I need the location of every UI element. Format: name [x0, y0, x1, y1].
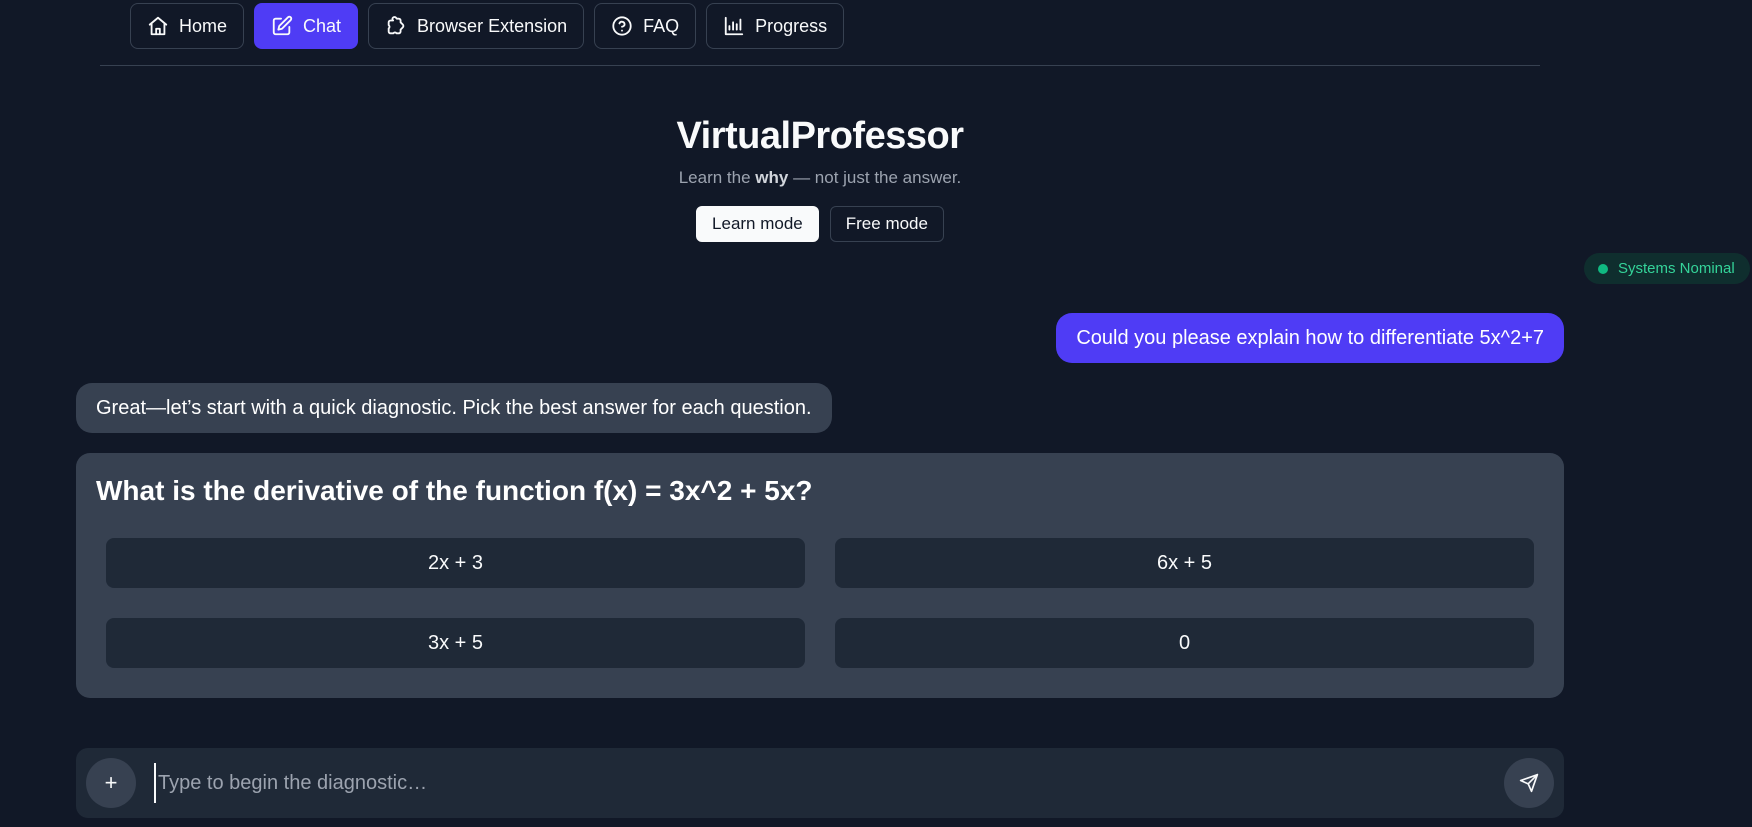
quiz-option-d[interactable]: 0 [835, 618, 1534, 668]
message-composer: + [76, 748, 1564, 818]
nav-progress-button[interactable]: Progress [706, 3, 845, 49]
brand-header: VirtualProfessor Learn the why — not jus… [0, 115, 1640, 188]
learn-mode-button[interactable]: Learn mode [696, 206, 819, 242]
nav-browser-extension-button[interactable]: Browser Extension [368, 3, 585, 49]
nav-chat-button[interactable]: Chat [254, 3, 359, 49]
nav-faq-button[interactable]: FAQ [594, 3, 697, 49]
top-nav: Home Chat Browser Extension FAQ Progress [130, 3, 845, 49]
add-attachment-button[interactable]: + [86, 758, 136, 808]
quiz-question: What is the derivative of the function f… [96, 475, 813, 506]
nav-progress-label: Progress [755, 15, 828, 36]
assistant-message-bubble: Great—let’s start with a quick diagnosti… [76, 383, 832, 433]
tagline-prefix: Learn the [678, 168, 756, 187]
user-message-bubble: Could you please explain how to differen… [1056, 313, 1564, 363]
quiz-option-b[interactable]: 6x + 5 [835, 538, 1534, 588]
help-circle-icon [612, 16, 632, 36]
quiz-card: What is the derivative of the function f… [76, 453, 1564, 698]
home-icon [148, 16, 168, 36]
edit-icon [272, 15, 293, 36]
nav-home-button[interactable]: Home [130, 3, 245, 49]
mode-switch: Learn mode Free mode [0, 206, 1640, 242]
message-input[interactable] [154, 763, 1486, 803]
nav-divider [100, 65, 1540, 66]
nav-chat-label: Chat [303, 15, 342, 36]
tagline-suffix: — not just the answer. [788, 168, 962, 187]
status-badge: Systems Nominal [1584, 253, 1750, 284]
quiz-option-c[interactable]: 3x + 5 [106, 618, 805, 668]
send-icon [1519, 773, 1539, 793]
send-button[interactable] [1504, 758, 1554, 808]
quiz-options: 2x + 3 6x + 5 3x + 5 0 [106, 538, 1534, 668]
free-mode-button[interactable]: Free mode [829, 206, 944, 242]
tagline-emphasis: why [755, 168, 789, 187]
nav-browser-extension-label: Browser Extension [417, 15, 568, 36]
nav-faq-label: FAQ [643, 15, 680, 36]
page-title: VirtualProfessor [676, 115, 964, 157]
quiz-option-a[interactable]: 2x + 3 [106, 538, 805, 588]
status-dot-icon [1598, 263, 1608, 274]
bar-chart-icon [724, 16, 744, 36]
status-label: Systems Nominal [1618, 260, 1735, 277]
puzzle-icon [387, 16, 405, 35]
nav-home-label: Home [179, 15, 228, 36]
brand-tagline: Learn the why — not just the answer. [0, 168, 1640, 188]
